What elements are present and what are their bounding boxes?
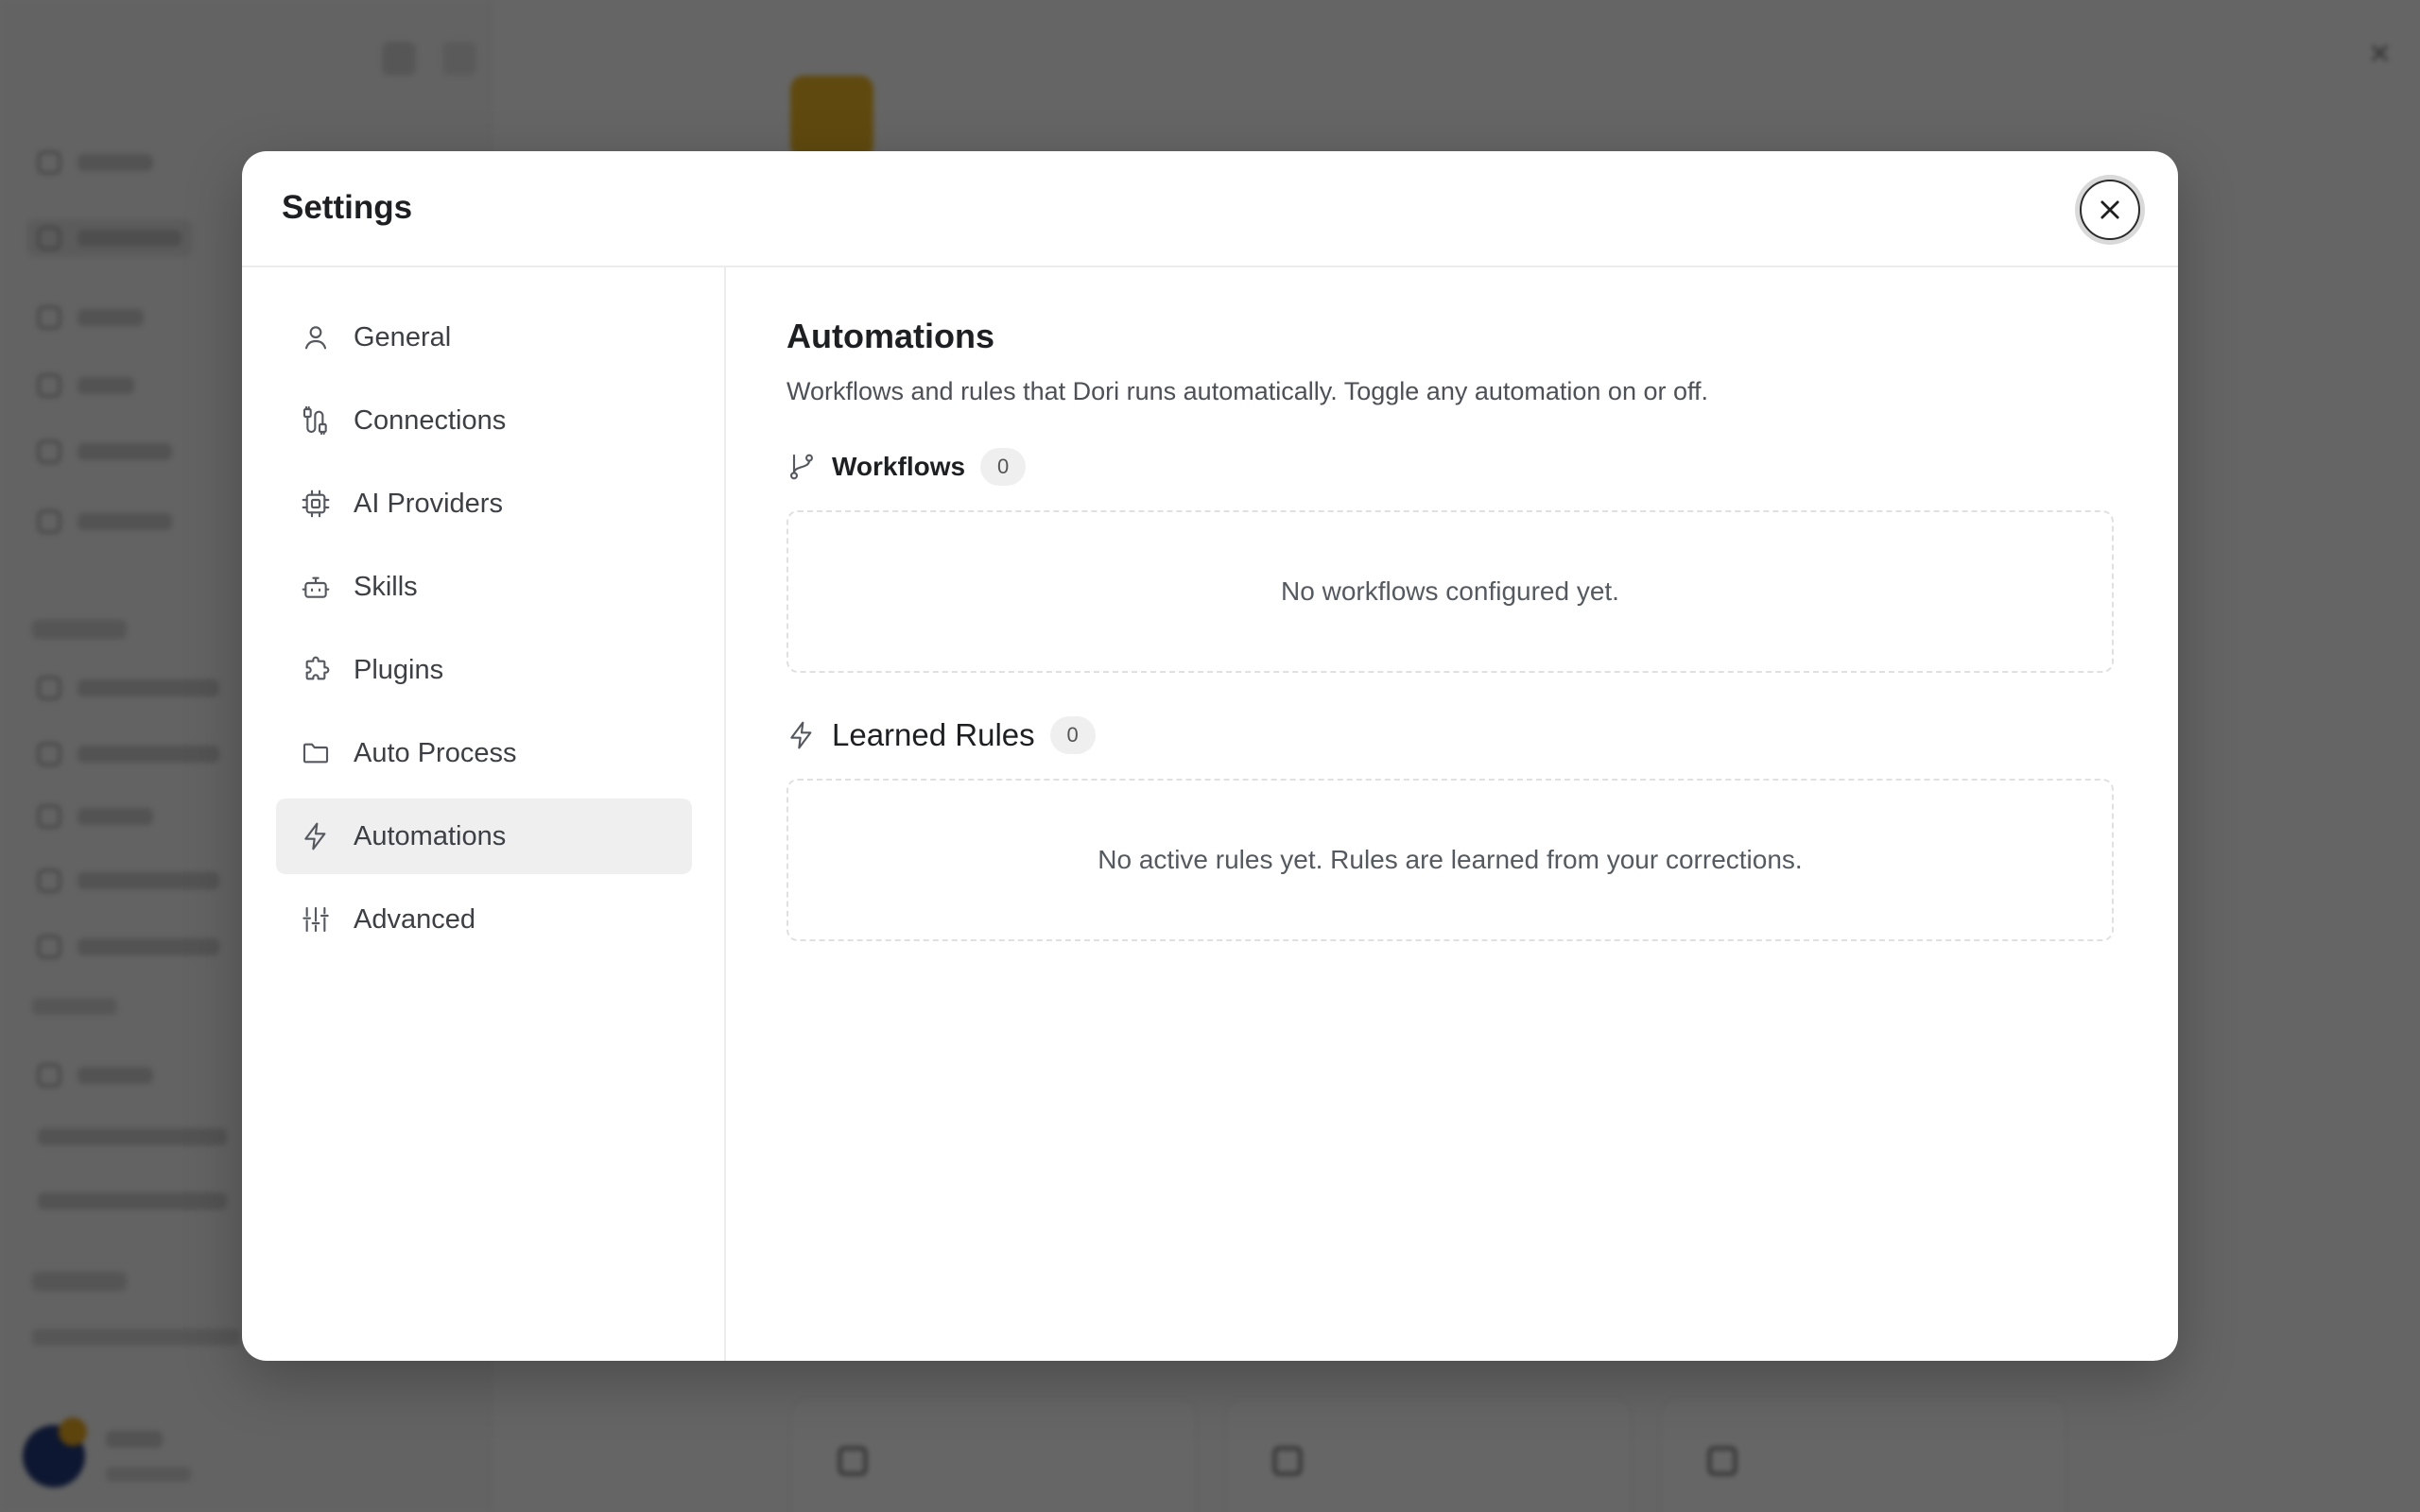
learned-rules-title: Learned Rules bbox=[832, 717, 1035, 752]
settings-nav: General Connections AI Providers Skills … bbox=[242, 267, 726, 1361]
nav-item-ai-providers[interactable]: AI Providers bbox=[276, 466, 692, 541]
settings-modal: Settings General Connections AI Provider… bbox=[242, 151, 2178, 1361]
bot-icon bbox=[302, 576, 330, 598]
nav-label: Advanced bbox=[354, 903, 475, 935]
learned-rules-empty-text: No active rules yet. Rules are learned f… bbox=[1098, 845, 1803, 874]
git-branch-icon bbox=[789, 454, 814, 480]
sliders-icon bbox=[302, 906, 329, 933]
nav-item-general[interactable]: General bbox=[276, 300, 692, 375]
nav-label: General bbox=[354, 321, 452, 352]
nav-label: Automations bbox=[354, 820, 507, 851]
automations-panel: Automations Workflows and rules that Dor… bbox=[726, 267, 2178, 1361]
lightning-icon bbox=[790, 721, 812, 749]
workflows-empty-text: No workflows configured yet. bbox=[1281, 576, 1619, 606]
nav-label: AI Providers bbox=[354, 488, 503, 519]
learned-rules-header: Learned Rules 0 bbox=[786, 714, 2118, 756]
nav-item-skills[interactable]: Skills bbox=[276, 549, 692, 625]
modal-header: Settings bbox=[242, 151, 2178, 267]
cable-icon bbox=[302, 405, 327, 436]
modal-title: Settings bbox=[282, 189, 413, 226]
workflows-header: Workflows 0 bbox=[786, 446, 2118, 488]
nav-label: Skills bbox=[354, 571, 418, 602]
puzzle-icon bbox=[305, 656, 330, 680]
panel-title: Automations bbox=[786, 317, 994, 355]
cpu-icon bbox=[302, 490, 330, 518]
nav-label: Auto Process bbox=[354, 737, 517, 768]
folder-icon bbox=[302, 743, 329, 764]
user-icon bbox=[304, 326, 327, 350]
nav-item-auto-process[interactable]: Auto Process bbox=[276, 715, 692, 791]
nav-item-connections[interactable]: Connections bbox=[276, 383, 692, 458]
nav-item-advanced[interactable]: Advanced bbox=[276, 882, 692, 957]
close-icon bbox=[2100, 200, 2119, 219]
nav-label: Connections bbox=[354, 404, 507, 436]
workflows-title: Workflows bbox=[832, 452, 966, 481]
learned-rules-count-badge: 0 bbox=[1049, 716, 1096, 754]
workflows-empty-state: No workflows configured yet. bbox=[786, 510, 2114, 673]
nav-item-plugins[interactable]: Plugins bbox=[276, 632, 692, 708]
panel-description: Workflows and rules that Dori runs autom… bbox=[786, 377, 1709, 405]
close-button[interactable] bbox=[2080, 180, 2140, 240]
lightning-icon bbox=[304, 822, 326, 850]
nav-label: Plugins bbox=[354, 654, 444, 685]
workflows-count-badge: 0 bbox=[980, 448, 1027, 486]
nav-item-automations[interactable]: Automations bbox=[276, 799, 692, 874]
learned-rules-empty-state: No active rules yet. Rules are learned f… bbox=[786, 779, 2114, 941]
